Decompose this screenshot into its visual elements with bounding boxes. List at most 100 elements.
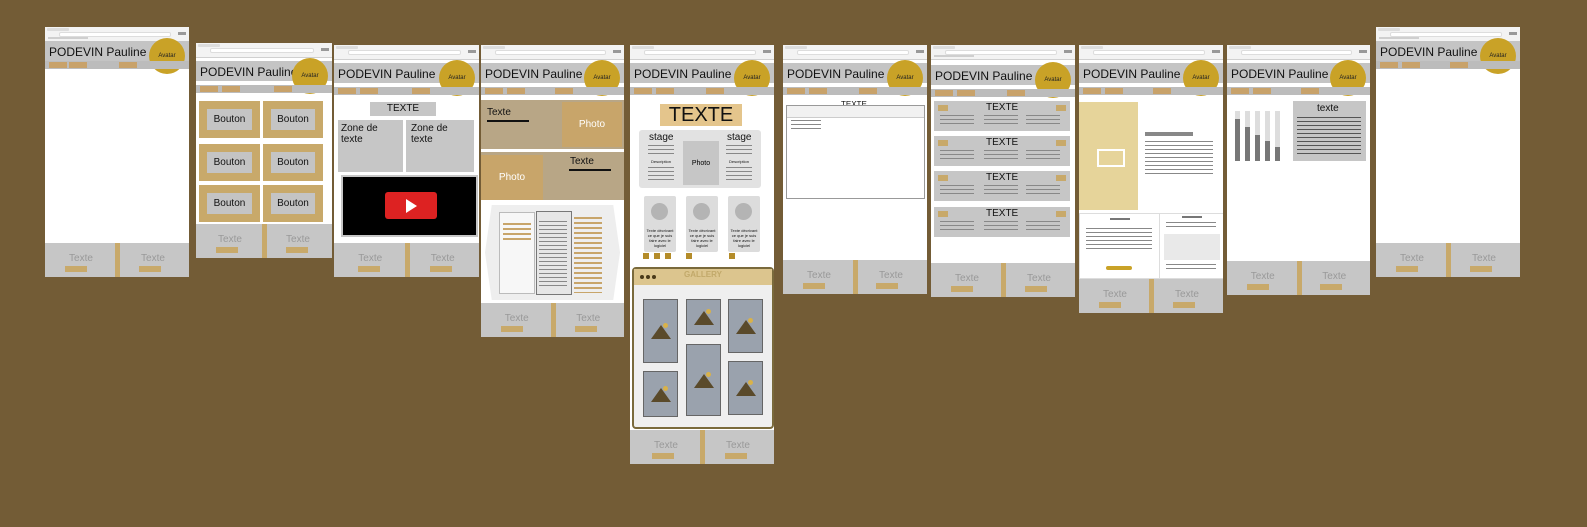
submit-button[interactable]	[1106, 266, 1132, 270]
page-title: PODEVIN Pauline	[935, 69, 1033, 83]
browser-chrome	[630, 45, 774, 60]
footer-button[interactable]	[65, 266, 87, 272]
footer-text: Texte	[1400, 253, 1424, 264]
footer-button[interactable]	[1470, 266, 1492, 272]
stage-lines	[726, 167, 752, 181]
list-row[interactable]: TEXTE	[934, 136, 1070, 166]
footer-button[interactable]	[1320, 284, 1342, 290]
wireframe-3: PODEVIN Pauline Avatar TEXTE Zone de tex…	[334, 45, 479, 277]
footer-text: Texte	[1175, 289, 1199, 300]
download-icon[interactable]	[729, 253, 735, 259]
footer-button[interactable]	[652, 453, 674, 459]
bouton-6[interactable]: Bouton	[263, 185, 323, 222]
image-icon	[1097, 149, 1125, 167]
bouton-3[interactable]: Bouton	[199, 144, 260, 181]
bouton-1[interactable]: Bouton	[199, 101, 260, 138]
footer-button[interactable]	[876, 283, 898, 289]
gallery-image[interactable]	[686, 344, 721, 416]
footer-button[interactable]	[803, 283, 825, 289]
gallery-window: GALLERY	[632, 267, 774, 429]
gallery-image[interactable]	[728, 361, 763, 415]
gallery-image[interactable]	[728, 299, 763, 353]
header: PODEVIN Pauline Avatar	[783, 60, 927, 96]
footer-button[interactable]	[430, 266, 452, 272]
footer-button[interactable]	[951, 286, 973, 292]
second-text: Texte	[570, 156, 594, 167]
stage-lines	[648, 145, 674, 157]
footer-text: Texte	[807, 270, 831, 281]
footer-text: Texte	[1027, 273, 1051, 284]
header: PODEVIN Pauline Avatar	[45, 38, 189, 74]
logo-circle	[693, 203, 710, 220]
footer-text: Texte	[1250, 271, 1275, 282]
header: PODEVIN Pauline Avatar	[630, 60, 774, 96]
footer-button[interactable]	[1025, 286, 1047, 292]
footer-button[interactable]	[216, 247, 238, 253]
wireframe-10: PODEVIN Pauline Avatar Texte Texte	[1376, 27, 1520, 277]
wireframe-6: PODEVIN Pauline Avatar TEXTE Texte Texte	[783, 45, 927, 294]
nav-bar	[334, 87, 479, 95]
footer-button[interactable]	[358, 266, 380, 272]
footer-button[interactable]	[1247, 284, 1269, 290]
page-title: PODEVIN Pauline	[485, 67, 583, 81]
bouton-4[interactable]: Bouton	[263, 144, 323, 181]
footer-button[interactable]	[725, 453, 747, 459]
intro-text: Texte	[487, 107, 511, 118]
footer-text: Texte	[141, 253, 165, 264]
download-icon[interactable]	[654, 253, 660, 259]
gallery-image[interactable]	[686, 299, 721, 335]
download-icon[interactable]	[686, 253, 692, 259]
bouton-label: Bouton	[271, 152, 315, 173]
card-text: Texte décrivant ce que je suis faire ave…	[688, 228, 716, 248]
footer: Texte Texte	[45, 243, 189, 277]
gallery-image[interactable]	[643, 299, 678, 363]
nav-bar	[630, 87, 774, 95]
list-row[interactable]: TEXTE	[934, 101, 1070, 131]
bouton-2[interactable]: Bouton	[263, 101, 323, 138]
text-zone-right: Zone de texte	[406, 120, 474, 172]
play-icon[interactable]	[385, 192, 437, 219]
panel-title: texte	[1317, 103, 1339, 114]
gallery-title: GALLERY	[684, 270, 722, 279]
download-icon[interactable]	[665, 253, 671, 259]
header: PODEVIN Pauline Avatar	[196, 58, 332, 94]
wireframe-8: PODEVIN Pauline Avatar Texte Texte	[1079, 45, 1223, 313]
footer: Texte Texte	[783, 260, 927, 294]
gallery-image[interactable]	[643, 371, 678, 417]
footer-button[interactable]	[139, 266, 161, 272]
list-row[interactable]: TEXTE	[934, 171, 1070, 201]
map-icon[interactable]	[1164, 234, 1220, 260]
row-title: TEXTE	[986, 208, 1019, 219]
footer-button[interactable]	[1396, 266, 1418, 272]
header: PODEVIN Pauline Avatar	[481, 60, 624, 96]
wireframe-7: PODEVIN Pauline Avatar TEXTE TEXTE TEXTE…	[931, 45, 1075, 297]
text-zone-left: Zone de texte	[338, 120, 403, 172]
header: PODEVIN Pauline Avatar	[1227, 60, 1370, 96]
map-panel	[1159, 213, 1223, 279]
bouton-5[interactable]: Bouton	[199, 185, 260, 222]
bouton-label: Bouton	[271, 193, 315, 214]
footer-button[interactable]	[1173, 302, 1195, 308]
header: PODEVIN Pauline Avatar	[334, 60, 479, 96]
list-row[interactable]: TEXTE	[934, 207, 1070, 237]
footer-text: Texte	[1472, 253, 1496, 264]
embedded-app[interactable]	[786, 105, 925, 199]
wireframe-9: PODEVIN Pauline Avatar texte Texte Texte	[1227, 45, 1370, 295]
page-title: PODEVIN Pauline	[787, 67, 885, 81]
row-title: TEXTE	[986, 172, 1019, 183]
hero-title: TEXTE	[660, 104, 742, 126]
text-underline	[569, 169, 611, 171]
form-panel	[1079, 213, 1160, 279]
footer-button[interactable]	[1099, 302, 1121, 308]
text-zone-label: Zone de texte	[411, 123, 448, 145]
footer-button[interactable]	[501, 326, 523, 332]
bar-chart	[1231, 107, 1291, 161]
nav-bar	[931, 89, 1075, 97]
footer: Texte Texte	[1079, 279, 1223, 313]
footer-button[interactable]	[575, 326, 597, 332]
footer-button[interactable]	[286, 247, 308, 253]
download-icon[interactable]	[643, 253, 649, 259]
video-player[interactable]	[341, 175, 478, 237]
description-label: Description	[651, 159, 672, 164]
nav-bar	[1227, 87, 1370, 95]
